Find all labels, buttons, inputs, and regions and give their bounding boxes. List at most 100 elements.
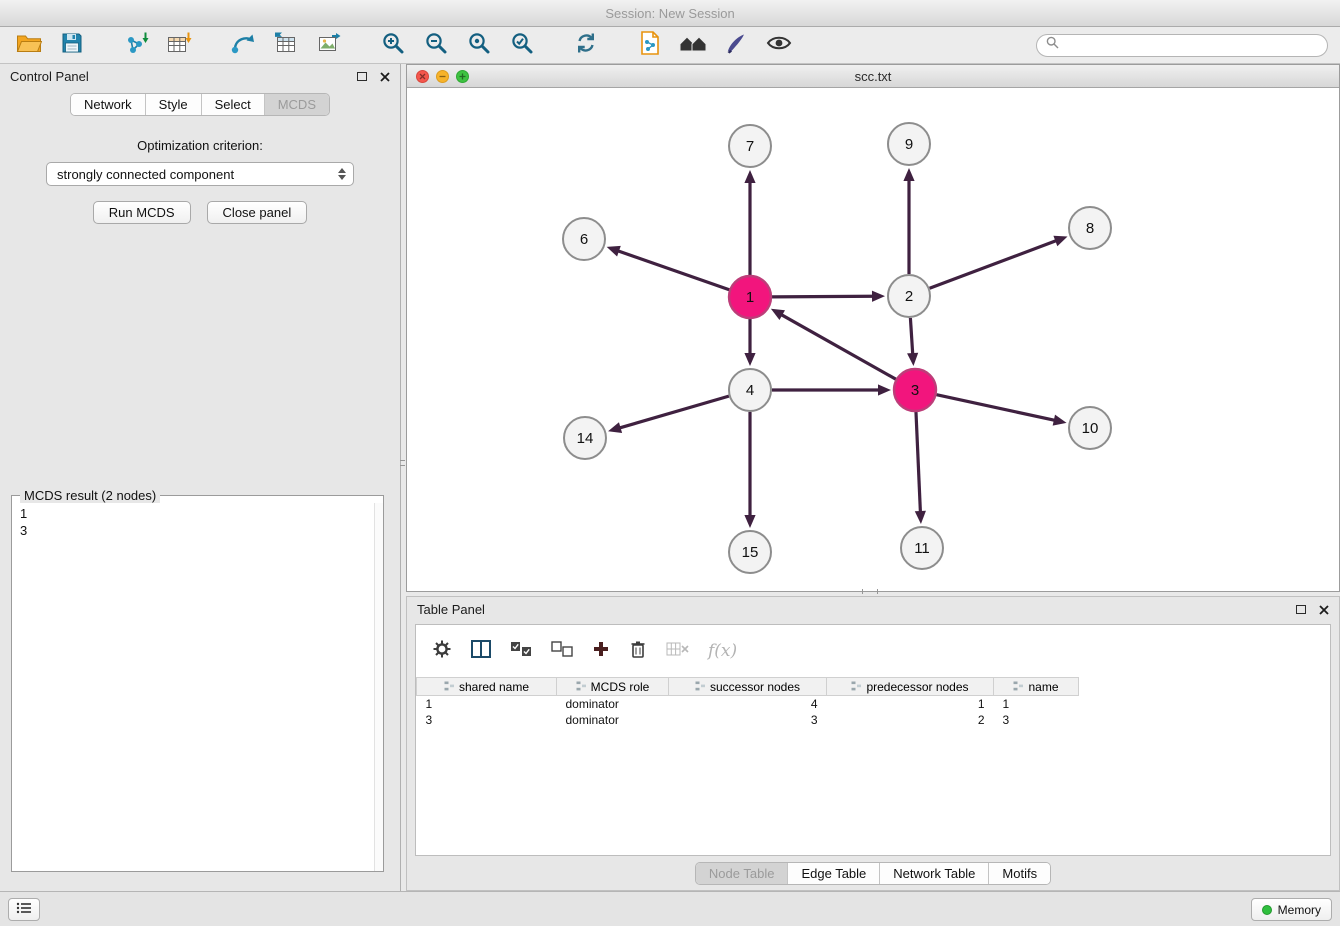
- column-header-shared-name[interactable]: shared name: [417, 678, 557, 696]
- table-panel-header: Table Panel: [407, 597, 1339, 622]
- graph-node-7[interactable]: 7: [729, 125, 771, 167]
- table-tab-node-table[interactable]: Node Table: [696, 863, 789, 884]
- tab-style[interactable]: Style: [146, 94, 202, 115]
- column-header-name[interactable]: name: [994, 678, 1079, 696]
- edge-1-6[interactable]: [607, 246, 730, 290]
- window-close-button[interactable]: [416, 70, 429, 83]
- select-all-icon[interactable]: [510, 641, 532, 662]
- column-header-successor-nodes[interactable]: successor nodes: [669, 678, 827, 696]
- edge-4-15[interactable]: [744, 412, 755, 528]
- optimization-criterion-label: Optimization criterion:: [0, 138, 400, 153]
- close-table-panel-icon[interactable]: [1319, 605, 1329, 615]
- network-file-icon: [639, 30, 661, 61]
- houses-icon: [678, 31, 708, 60]
- deselect-all-icon[interactable]: [551, 641, 573, 662]
- memory-button[interactable]: Memory: [1251, 898, 1332, 921]
- edge-3-10[interactable]: [936, 395, 1066, 426]
- column-label: name: [1028, 680, 1058, 694]
- float-table-panel-icon[interactable]: [1296, 605, 1306, 614]
- graph-node-4[interactable]: 4: [729, 369, 771, 411]
- table-tabs: Node TableEdge TableNetwork TableMotifs: [695, 862, 1051, 885]
- graph-node-3[interactable]: 3: [894, 369, 936, 411]
- control-panel: Control Panel NetworkStyleSelectMCDS Opt…: [0, 64, 401, 891]
- tab-network[interactable]: Network: [71, 94, 146, 115]
- search-icon: [1046, 36, 1059, 54]
- node-label: 2: [905, 288, 913, 305]
- edge-1-4[interactable]: [744, 319, 755, 366]
- graph-node-14[interactable]: 14: [564, 417, 606, 459]
- import-table-icon: [166, 31, 192, 60]
- graph-node-2[interactable]: 2: [888, 275, 930, 317]
- memory-button-label: Memory: [1278, 903, 1321, 917]
- node-label: 7: [746, 138, 754, 155]
- table-tab-motifs[interactable]: Motifs: [989, 863, 1050, 884]
- table-settings-button[interactable]: [432, 639, 452, 664]
- open-session-button[interactable]: [12, 30, 46, 60]
- graph-node-8[interactable]: 8: [1069, 207, 1111, 249]
- column-sort-icon: [444, 680, 455, 694]
- edge-2-3[interactable]: [907, 318, 918, 366]
- search-input[interactable]: [1064, 38, 1318, 53]
- show-columns-button[interactable]: [471, 640, 491, 663]
- graph-node-6[interactable]: 6: [563, 218, 605, 260]
- zoom-in-button[interactable]: [376, 30, 410, 60]
- edge-4-3[interactable]: [772, 384, 891, 395]
- edge-1-2[interactable]: [772, 291, 885, 302]
- window-minimize-button[interactable]: [436, 70, 449, 83]
- close-panel-icon[interactable]: [380, 72, 390, 82]
- zoom-selected-button[interactable]: [505, 30, 539, 60]
- zoom-fit-button[interactable]: [462, 30, 496, 60]
- node-label: 4: [746, 382, 754, 399]
- float-panel-icon[interactable]: [357, 72, 367, 81]
- tab-mcds[interactable]: MCDS: [265, 94, 329, 115]
- window-zoom-button[interactable]: [456, 70, 469, 83]
- import-table-button[interactable]: [162, 30, 196, 60]
- application-window: Session: New Session: [0, 0, 1340, 926]
- graph-node-15[interactable]: 15: [729, 531, 771, 573]
- graph-node-1[interactable]: 1: [729, 276, 771, 318]
- table-tab-edge-table[interactable]: Edge Table: [788, 863, 880, 884]
- vertical-splitter-handle[interactable]: [400, 460, 405, 466]
- export-image-button[interactable]: [312, 30, 346, 60]
- show-panel-button[interactable]: [8, 898, 40, 921]
- close-panel-button[interactable]: Close panel: [207, 201, 308, 224]
- graph-node-9[interactable]: 9: [888, 123, 930, 165]
- add-row-button[interactable]: [592, 640, 610, 663]
- edge-2-9[interactable]: [903, 168, 914, 274]
- new-network-table-button[interactable]: [269, 30, 303, 60]
- node-table: shared nameMCDS rolesuccessor nodes prede…: [416, 677, 1079, 728]
- show-hide-details-button[interactable]: [762, 30, 796, 60]
- table-row[interactable]: 1dominator411: [417, 696, 1079, 713]
- edge-3-11[interactable]: [915, 412, 926, 524]
- table-toolbar: f(x): [416, 625, 1330, 677]
- apply-style-button[interactable]: [719, 30, 753, 60]
- zoom-out-button[interactable]: [419, 30, 453, 60]
- save-session-button[interactable]: [55, 30, 89, 60]
- optimization-dropdown[interactable]: strongly connected component: [46, 162, 354, 186]
- horizontal-splitter-handle[interactable]: [862, 589, 878, 594]
- new-network-button[interactable]: [226, 30, 260, 60]
- table-tab-network-table[interactable]: Network Table: [880, 863, 989, 884]
- column-header-mcds-role[interactable]: MCDS role: [557, 678, 669, 696]
- run-mcds-button[interactable]: Run MCDS: [93, 201, 191, 224]
- tab-select[interactable]: Select: [202, 94, 265, 115]
- graph-node-11[interactable]: 11: [901, 527, 943, 569]
- graph-node-10[interactable]: 10: [1069, 407, 1111, 449]
- node-label: 8: [1086, 220, 1094, 237]
- first-neighbors-button[interactable]: [676, 30, 710, 60]
- refresh-view-button[interactable]: [569, 30, 603, 60]
- column-header-predecessor-nodes[interactable]: predecessor nodes: [827, 678, 994, 696]
- result-scrollbar[interactable]: [374, 503, 383, 871]
- edge-4-14[interactable]: [608, 396, 729, 433]
- network-file-button[interactable]: [633, 30, 667, 60]
- zoom-selected-icon: [510, 31, 534, 60]
- network-window-titlebar: scc.txt: [407, 65, 1339, 88]
- delete-row-button[interactable]: [629, 639, 647, 664]
- edge-1-7[interactable]: [744, 170, 755, 275]
- table-row[interactable]: 3dominator323: [417, 712, 1079, 728]
- network-graph[interactable]: 7 9 6 8 1 2 4 3 14 10 15 11: [407, 88, 1339, 591]
- edge-2-8[interactable]: [930, 236, 1068, 288]
- edge-3-1[interactable]: [771, 309, 896, 379]
- column-label: predecessor nodes: [866, 680, 968, 694]
- import-network-button[interactable]: [119, 30, 153, 60]
